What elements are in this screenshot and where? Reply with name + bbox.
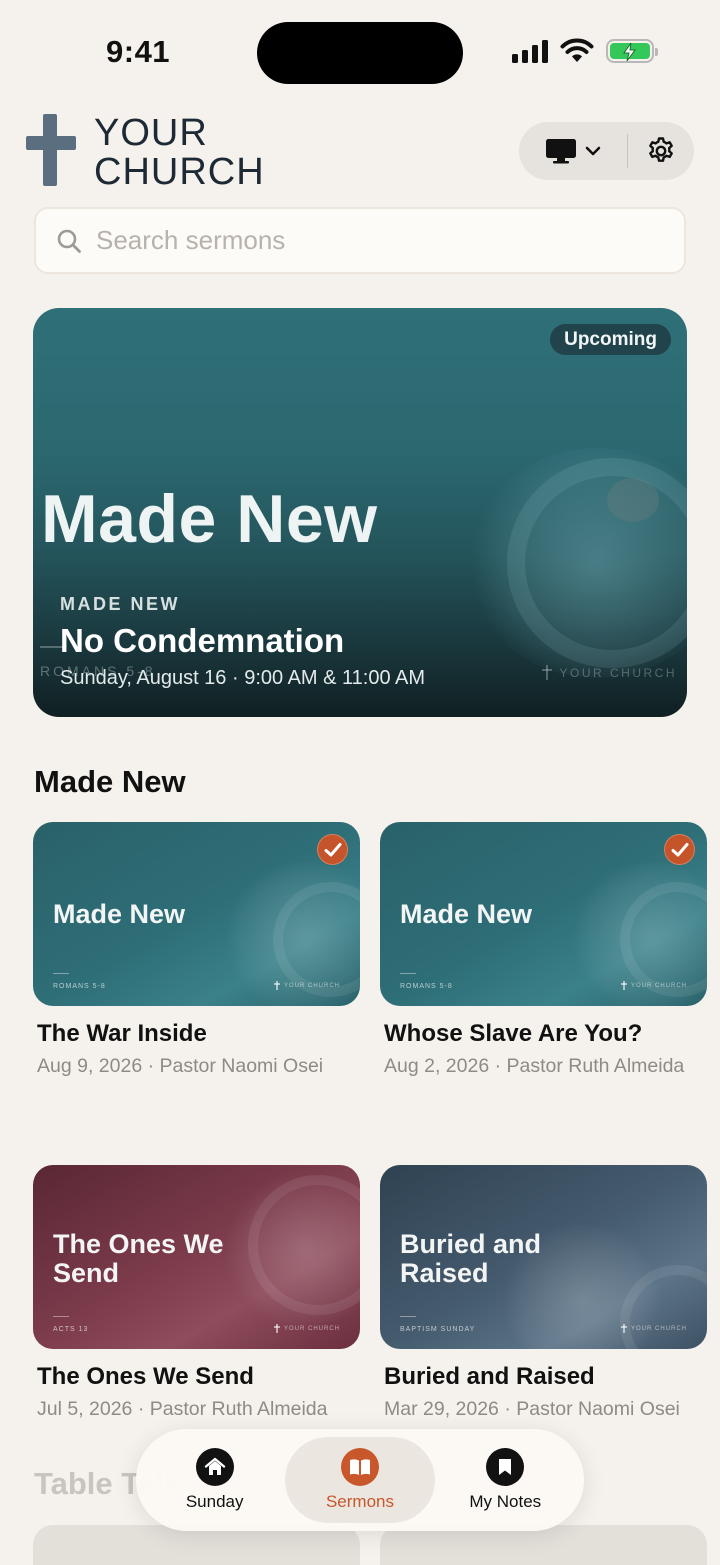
logo-line-2: CHURCH [94, 151, 265, 193]
tab-sunday[interactable]: Sunday [144, 1437, 285, 1523]
dynamic-island [257, 22, 463, 84]
search-icon [57, 229, 81, 253]
logo-text: YOUR CHURCH [94, 114, 265, 192]
watched-check-icon [317, 834, 348, 865]
sermon-title: Whose Slave Are You? [384, 1020, 643, 1047]
sermon-card[interactable]: Made New ROMANS 5-8 YOUR CHURCH Whose Sl… [380, 822, 707, 1078]
thumbnail-title: Made New [53, 899, 186, 929]
thumbnail-watermark-text: YOUR CHURCH [631, 982, 687, 989]
tab-label: Sunday [185, 1492, 244, 1511]
upcoming-badge: Upcoming [550, 324, 671, 355]
sermon-title: The War Inside [37, 1020, 207, 1047]
book-icon [340, 1448, 379, 1486]
cellular-signal-icon [512, 39, 548, 63]
monitor-icon [546, 139, 576, 164]
cross-icon [621, 981, 627, 990]
sermon-meta: Mar 29, 2026 · Pastor Naomi Osei [384, 1398, 680, 1420]
sermon-thumbnail: Made New ROMANS 5-8 YOUR CHURCH [380, 822, 707, 1006]
sermon-meta: Aug 9, 2026 · Pastor Naomi Osei [37, 1055, 324, 1077]
battery-icon [606, 39, 658, 63]
sermon-card[interactable]: Buried and Raised BAPTISM SUNDAY YOUR CH… [380, 1165, 707, 1421]
bottom-tab-bar: Sunday Sermons My Notes [136, 1429, 584, 1531]
app-header: YOUR CHURCH [26, 108, 694, 198]
status-bar: 9:41 [0, 0, 720, 100]
sermon-thumbnail: Buried and Raised BAPTISM SUNDAY YOUR CH… [380, 1165, 707, 1349]
church-logo: YOUR CHURCH [26, 114, 265, 192]
thumbnail-title: The Ones We Send [53, 1229, 224, 1288]
watched-check-icon [664, 834, 695, 865]
gear-icon [649, 137, 673, 162]
hero-watermark: YOUR CHURCH [541, 665, 678, 680]
sermon-card[interactable]: Made New ROMANS 5-8 YOUR CHURCH The War … [33, 822, 360, 1078]
hero-sermon-title: No Condemnation [60, 622, 345, 659]
sermon-thumbnail: The Ones We Send ACTS 13 YOUR CHURCH [33, 1165, 360, 1349]
upcoming-sermon-card[interactable]: Upcoming Made New ROMANS 5-8 YOUR CHURCH… [33, 308, 687, 717]
hero-watermark-text: YOUR CHURCH [559, 665, 677, 680]
tab-my-notes[interactable]: My Notes [435, 1437, 576, 1523]
status-time: 9:41 [106, 34, 171, 69]
next-section-card[interactable] [380, 1525, 707, 1565]
sermon-title: The Ones We Send [37, 1363, 254, 1390]
cross-icon [541, 665, 552, 680]
tab-label: Sermons [325, 1492, 394, 1511]
cross-icon [621, 1324, 627, 1333]
thumbnail-watermark: YOUR CHURCH [274, 1324, 340, 1333]
thumbnail-scripture: ACTS 13 [53, 1326, 89, 1333]
wifi-icon [560, 38, 594, 62]
sermon-card[interactable]: The Ones We Send ACTS 13 YOUR CHURCH The… [33, 1165, 360, 1421]
cross-icon [274, 981, 280, 990]
bookmark-icon [486, 1448, 525, 1486]
cross-icon [26, 114, 76, 186]
thumbnail-scripture: ROMANS 5-8 [400, 983, 453, 990]
sermon-title: Buried and Raised [384, 1363, 595, 1390]
sermon-thumbnail: Made New ROMANS 5-8 YOUR CHURCH [33, 822, 360, 1006]
next-section-card[interactable] [33, 1525, 360, 1565]
display-mode-button[interactable] [519, 122, 627, 180]
hero-art-spot [607, 478, 659, 522]
sermon-meta: Aug 2, 2026 · Pastor Ruth Almeida [384, 1055, 685, 1077]
thumbnail-title: Buried and Raised [400, 1229, 542, 1288]
tab-label: My Notes [469, 1492, 542, 1511]
thumbnail-watermark-text: YOUR CHURCH [284, 1325, 340, 1332]
logo-line-1: YOUR [94, 112, 208, 154]
thumbnail-scripture: BAPTISM SUNDAY [400, 1326, 476, 1333]
thumbnail-watermark: YOUR CHURCH [274, 981, 340, 990]
hero-datetime: Sunday, August 16 · 9:00 AM & 11:00 AM [60, 667, 426, 689]
chevron-down-icon [585, 146, 601, 156]
thumbnail-watermark-text: YOUR CHURCH [631, 1325, 687, 1332]
header-controls [519, 122, 694, 180]
home-icon [195, 1448, 234, 1486]
cross-icon [274, 1324, 280, 1333]
search-bar[interactable] [34, 207, 686, 274]
hero-series-label: MADE NEW [60, 594, 180, 614]
thumbnail-title: Made New [400, 899, 533, 929]
hero-series-artwork-title: Made New [41, 481, 378, 557]
sermon-meta: Jul 5, 2026 · Pastor Ruth Almeida [37, 1398, 328, 1420]
section-title: Made New [34, 764, 186, 799]
thumbnail-watermark: YOUR CHURCH [621, 1324, 687, 1333]
thumbnail-watermark-text: YOUR CHURCH [284, 982, 340, 989]
settings-button[interactable] [628, 122, 694, 180]
tab-sermons[interactable]: Sermons [285, 1437, 435, 1523]
search-input[interactable] [96, 225, 656, 256]
thumbnail-scripture: ROMANS 5-8 [53, 983, 106, 990]
thumbnail-watermark: YOUR CHURCH [621, 981, 687, 990]
status-icons [512, 38, 658, 64]
